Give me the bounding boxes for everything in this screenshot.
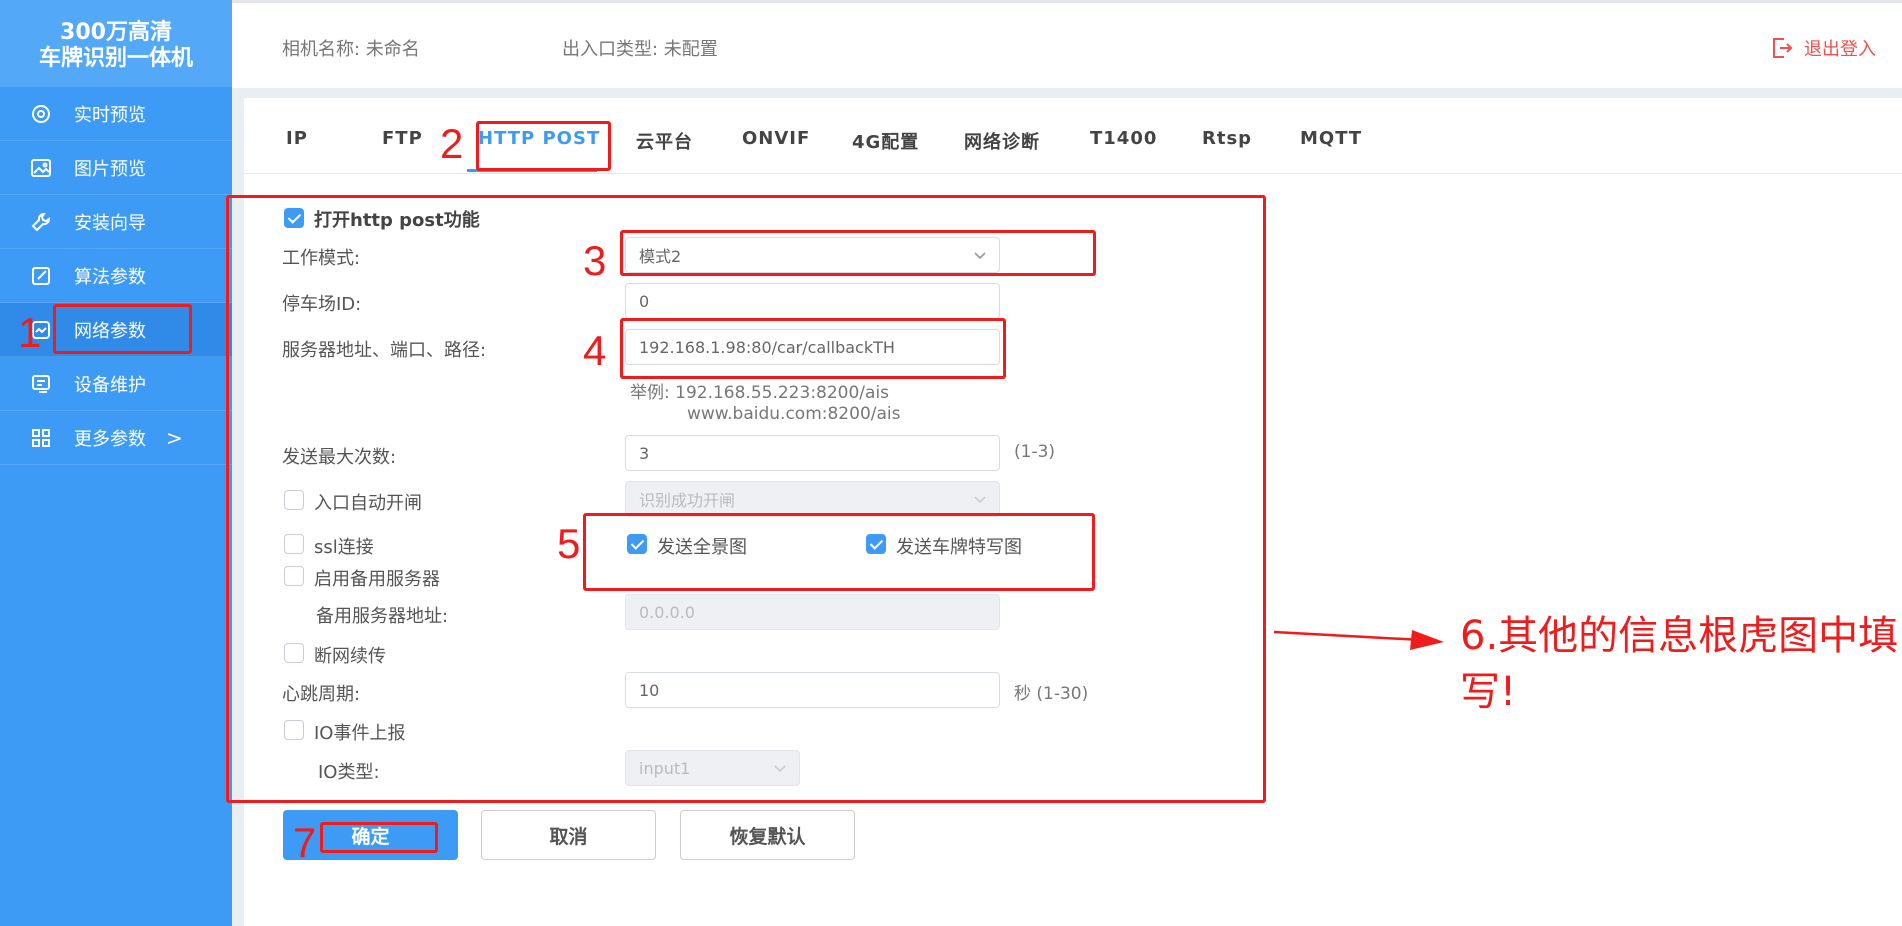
- sidebar-item-live-preview[interactable]: 实时预览: [0, 87, 232, 141]
- reset-default-button[interactable]: 恢复默认: [680, 810, 855, 860]
- annotation-box-1: [53, 304, 192, 354]
- sidebar: 300万高清 车牌识别一体机 实时预览 图片预览 安装向导 算法参数 网络参数: [0, 0, 232, 926]
- camera-name: 相机名称: 未命名: [282, 39, 420, 60]
- tab-mqtt[interactable]: MQTT: [1300, 128, 1362, 149]
- tab-rtsp[interactable]: Rtsp: [1202, 128, 1252, 149]
- brand: 300万高清 车牌识别一体机: [0, 0, 232, 87]
- annotation-box-4: [620, 318, 1006, 379]
- edit-icon: [30, 265, 52, 287]
- live-preview-icon: [30, 103, 52, 125]
- cancel-button[interactable]: 取消: [481, 810, 656, 860]
- annotation-box-3: [620, 230, 1096, 276]
- tab-onvif[interactable]: ONVIF: [742, 128, 810, 149]
- annotation-box-5: [583, 513, 1095, 591]
- sidebar-item-algorithm[interactable]: 算法参数: [0, 249, 232, 303]
- tab-ip[interactable]: IP: [286, 128, 308, 149]
- annotation-step-7: 7: [293, 819, 317, 866]
- brand-line1: 300万高清: [60, 20, 172, 45]
- tab-t1400[interactable]: T1400: [1090, 128, 1157, 149]
- maintenance-icon: [30, 373, 52, 395]
- logout-button[interactable]: 退出登入: [1770, 35, 1876, 61]
- sidebar-item-label: 实时预览: [74, 104, 146, 126]
- annotation-box-7: [320, 822, 438, 853]
- tab-diagnostics[interactable]: 网络诊断: [964, 128, 1040, 154]
- annotation-box-form: [226, 195, 1266, 803]
- annotation-step-3: 3: [583, 237, 607, 284]
- tab-4g[interactable]: 4G配置: [852, 128, 919, 154]
- image-icon: [30, 157, 52, 179]
- sidebar-item-label: 算法参数: [74, 266, 146, 288]
- sidebar-item-install-guide[interactable]: 安装向导: [0, 195, 232, 249]
- logout-icon: [1773, 38, 1793, 58]
- sidebar-item-maintenance[interactable]: 设备维护: [0, 357, 232, 411]
- wrench-icon: [30, 211, 52, 233]
- gate-type: 出入口类型: 未配置: [562, 39, 718, 60]
- sidebar-item-label: 图片预览: [74, 158, 146, 180]
- annotation-box-2: [476, 121, 611, 171]
- sidebar-item-label: 更多参数: [74, 428, 146, 450]
- chevron-right-icon: >: [166, 425, 183, 450]
- grid-icon: [30, 427, 52, 449]
- annotation-step-1: 1: [18, 309, 42, 356]
- sidebar-item-image-preview[interactable]: 图片预览: [0, 141, 232, 195]
- annotation-step-5: 5: [557, 520, 581, 567]
- annotation-note: 6.其他的信息根虎图中填写!: [1460, 613, 1899, 715]
- logout-label: 退出登入: [1804, 39, 1876, 60]
- annotation-arrow: [1273, 630, 1444, 650]
- sidebar-item-label: 设备维护: [74, 374, 146, 396]
- tab-ftp[interactable]: FTP: [382, 128, 423, 149]
- annotation-step-2: 2: [440, 120, 464, 167]
- top-header: 相机名称: 未命名 出入口类型: 未配置 退出登入: [232, 0, 1902, 88]
- annotation-step-4: 4: [583, 327, 607, 374]
- brand-line2: 车牌识别一体机: [38, 46, 193, 71]
- sidebar-item-more[interactable]: 更多参数 >: [0, 411, 232, 465]
- sidebar-item-label: 安装向导: [74, 212, 146, 234]
- tab-cloud[interactable]: 云平台: [636, 128, 693, 154]
